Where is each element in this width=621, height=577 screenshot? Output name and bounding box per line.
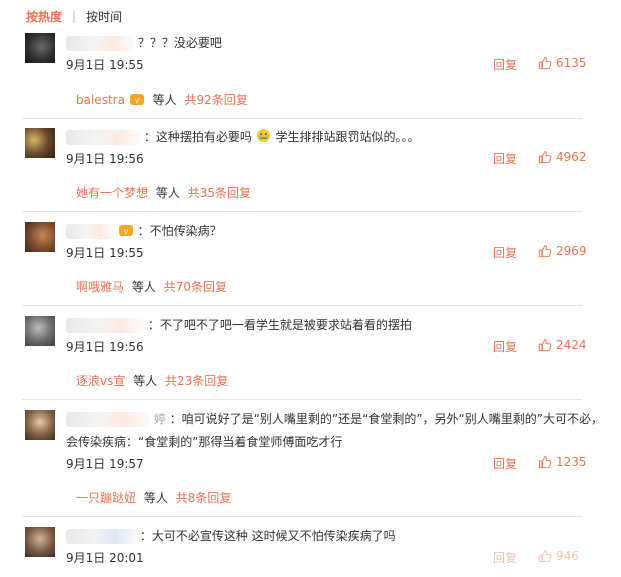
vip-badge-icon: v — [129, 92, 145, 106]
sort-tabs: 按热度 | 按时间 — [26, 7, 122, 25]
thumbs-up-icon — [538, 57, 552, 70]
comment-time: 9月1日 20:01 — [66, 551, 144, 565]
comment-text: ：这种摆拍有必要吗 — [143, 130, 252, 144]
divider — [22, 305, 582, 306]
like-count: 4962 — [556, 150, 587, 164]
sub-replies-summary: balestra v 等人 共92条回复 — [76, 91, 248, 108]
svg-text:v: v — [123, 227, 128, 236]
comment-time: 9月1日 19:56 — [66, 340, 144, 354]
reply-button[interactable]: 回复 — [493, 455, 517, 472]
etc-label: 等人 — [152, 93, 177, 107]
username-blurred[interactable] — [66, 529, 136, 544]
comment-line: ？？？没必要吧 — [66, 34, 222, 51]
thumbs-up-icon — [538, 151, 552, 164]
etc-label: 等人 — [143, 491, 168, 505]
avatar[interactable] — [25, 33, 55, 63]
etc-label: 等人 — [131, 280, 156, 294]
username-blurred[interactable] — [66, 224, 114, 239]
comment-text: ：大可不必宣传这种 这时候又不怕传染疾病了吗 — [139, 529, 396, 543]
like-count: 946 — [556, 549, 579, 563]
thumbs-up-icon — [538, 245, 552, 258]
sub-reply-total[interactable]: 共23条回复 — [165, 374, 228, 388]
username-blurred[interactable] — [66, 412, 150, 427]
thumbs-up-icon — [538, 456, 552, 469]
comment-text: ：不怕传染病？ — [137, 224, 222, 238]
avatar[interactable] — [25, 128, 55, 158]
avatar[interactable] — [25, 410, 55, 440]
tab-separator: | — [72, 9, 77, 23]
username-blurred[interactable] — [66, 130, 140, 145]
like-button[interactable]: 2424 — [538, 338, 587, 352]
like-button[interactable]: 1235 — [538, 455, 587, 469]
comment-line: ：不了吧不了吧一看学生就是被要求站着看的摆拍 — [66, 316, 412, 333]
sub-reply-total[interactable]: 共8条回复 — [176, 491, 232, 505]
tab-sort-by-time[interactable]: 按时间 — [86, 8, 122, 25]
comment-line: v ：不怕传染病？ — [66, 222, 222, 239]
tab-sort-by-hot[interactable]: 按热度 — [26, 8, 62, 25]
reply-button[interactable]: 回复 — [493, 150, 517, 167]
sub-reply-total[interactable]: 共70条回复 — [164, 280, 227, 294]
reply-button[interactable]: 回复 — [493, 56, 517, 73]
thumbs-up-icon — [538, 339, 552, 352]
divider — [22, 399, 582, 400]
comment-line: ：这种摆拍有必要吗 学生排排站跟罚站似的。。。 — [66, 128, 420, 145]
sub-reply-total[interactable]: 共35条回复 — [188, 186, 251, 200]
avatar[interactable] — [25, 316, 55, 346]
comment-text: ：咱可说好了是“别人嘴里剩的”还是“食堂剩的”，另外“别人嘴里剩的”大可不必， — [169, 412, 603, 426]
vip-badge-icon: v — [118, 223, 134, 237]
avatar[interactable] — [25, 527, 55, 557]
comment-text: ：不了吧不了吧一看学生就是被要求站着看的摆拍 — [147, 318, 412, 332]
comment-line: 婷 ：咱可说好了是“别人嘴里剩的”还是“食堂剩的”，另外“别人嘴里剩的”大可不必… — [66, 410, 603, 427]
etc-label: 等人 — [155, 186, 180, 200]
like-count: 1235 — [556, 455, 587, 469]
sub-replies-summary: 她有一个梦想 等人 共35条回复 — [76, 184, 251, 201]
username-blurred[interactable] — [66, 36, 134, 51]
sub-reply-user[interactable]: 一只蹦跶妞 — [76, 491, 136, 505]
like-button[interactable]: 946 — [538, 549, 579, 563]
avatar[interactable] — [25, 222, 55, 252]
sub-replies-summary: 一只蹦跶妞 等人 共8条回复 — [76, 489, 231, 506]
divider — [22, 211, 582, 212]
like-button[interactable]: 2969 — [538, 244, 587, 258]
reply-button[interactable]: 回复 — [493, 244, 517, 261]
like-count: 6135 — [556, 56, 587, 70]
etc-label: 等人 — [133, 374, 158, 388]
comment-time: 9月1日 19:55 — [66, 58, 144, 72]
reply-button[interactable]: 回复 — [493, 338, 517, 355]
like-button[interactable]: 4962 — [538, 150, 587, 164]
sub-reply-user[interactable]: 啊哦雅马 — [76, 280, 124, 294]
comment-time: 9月1日 19:56 — [66, 152, 144, 166]
username-blurred[interactable] — [66, 318, 144, 333]
crying-face-icon — [256, 128, 272, 143]
sub-replies-summary: 啊哦雅马 等人 共70条回复 — [76, 278, 227, 295]
comment-line: ：大可不必宣传这种 这时候又不怕传染疾病了吗 — [66, 527, 396, 544]
svg-text:v: v — [134, 96, 139, 105]
like-button[interactable]: 6135 — [538, 56, 587, 70]
comment-text-line2: 会传染疾病：“食堂剩的”那得当着食堂师傅面吃才行 — [66, 435, 343, 449]
like-count: 2969 — [556, 244, 587, 258]
comment-time: 9月1日 19:57 — [66, 457, 144, 471]
username-tail: 婷 — [153, 412, 166, 426]
like-count: 2424 — [556, 338, 587, 352]
divider — [22, 516, 582, 517]
comment-text: ？？？没必要吧 — [137, 36, 222, 50]
sub-replies-summary: 逐浪vs宣 等人 共23条回复 — [76, 372, 228, 389]
reply-button[interactable]: 回复 — [493, 549, 517, 566]
sub-reply-user[interactable]: balestra — [76, 93, 125, 107]
divider — [22, 118, 582, 119]
thumbs-up-icon — [538, 550, 552, 563]
comment-text-continued: 学生排排站跟罚站似的。。。 — [275, 130, 420, 144]
comment-time: 9月1日 19:55 — [66, 246, 144, 260]
sub-reply-total[interactable]: 共92条回复 — [184, 93, 247, 107]
sub-reply-user[interactable]: 逐浪vs宣 — [76, 374, 125, 388]
sub-reply-user[interactable]: 她有一个梦想 — [76, 186, 148, 200]
